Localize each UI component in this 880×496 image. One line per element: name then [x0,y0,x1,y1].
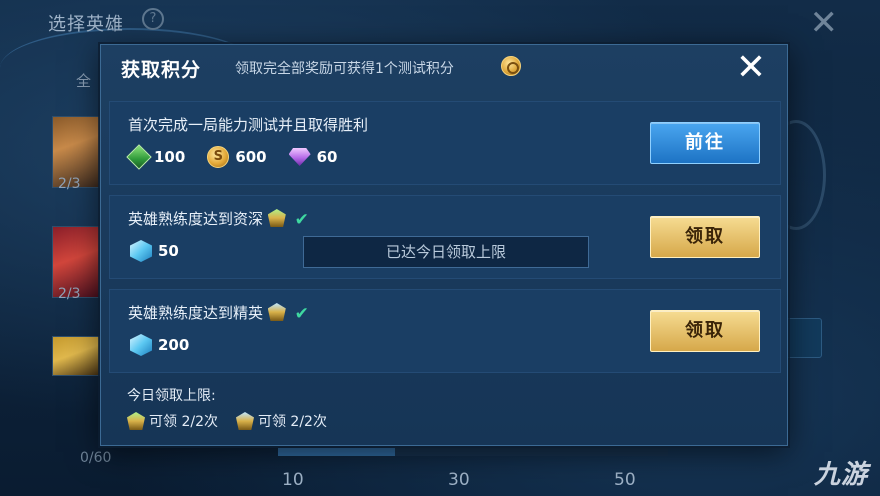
help-icon[interactable]: ? [142,8,164,30]
reward-list: 200 [130,334,189,356]
task-row: 英雄熟练度达到精英 ✔ 200 领取 [109,289,781,373]
background-close-icon[interactable]: ✕ [810,6,839,40]
watermark-logo: 九游 [814,454,868,491]
reward-list: 100 600 60 [126,144,338,170]
rank-badge-icon [235,412,254,430]
blue-crystal-icon [130,240,152,262]
limit-reached-toast: 已达今日领取上限 [303,236,589,268]
daily-limit-item: 可领 2/2次 [127,411,218,431]
daily-limit-item: 可领 2/2次 [235,411,327,431]
task-row: 首次完成一局能力测试并且取得胜利 100 600 60 前往 [109,101,781,185]
dialog-title: 获取积分 [121,59,202,81]
watermark-text: 九游 [813,460,868,490]
progress-bar [278,448,668,456]
task-title: 英雄熟练度达到精英 [128,304,264,322]
hero-count: 2/3 [58,286,81,302]
check-icon: ✔ [294,210,309,230]
reward-item: 60 [288,148,338,166]
purple-diamond-icon [288,148,311,166]
hero-count: 2/3 [58,176,81,192]
reward-value: 600 [235,148,267,166]
task-title-wrap: 英雄熟练度达到精英 ✔ [128,302,309,324]
test-point-coin-icon [501,56,521,76]
reward-value: 50 [158,242,179,260]
green-gem-icon [126,144,152,170]
reward-item: 50 [130,240,179,262]
page-title: 选择英雄 [48,14,124,35]
reward-value: 200 [158,336,190,354]
task-title: 首次完成一局能力测试并且取得胜利 [128,116,369,134]
dialog-header: 获取积分 领取完全部奖励可获得1个测试积分 ✕ [101,45,787,93]
reward-item: 600 [207,146,267,168]
progress-fill [278,448,395,456]
get-points-dialog: 获取积分 领取完全部奖励可获得1个测试积分 ✕ 首次完成一局能力测试并且取得胜利… [100,44,788,446]
daily-limit-text: 可领 2/2次 [149,414,218,430]
claim-button[interactable]: 领取 [650,216,760,258]
milestone-label: 50 [614,470,636,490]
close-button[interactable]: ✕ [733,50,769,87]
blue-crystal-icon [130,334,152,356]
milestone-label: 30 [448,470,470,490]
dialog-subtitle: 领取完全部奖励可获得1个测试积分 [235,61,454,77]
reward-item: 200 [130,334,189,356]
daily-limit-label: 今日领取上限: [127,388,216,404]
daily-limit-text: 可领 2/2次 [257,414,327,430]
rank-badge-icon [267,209,286,227]
daily-limit-section: 今日领取上限: 可领 2/2次 可领 2/2次 [109,381,781,441]
rank-badge-icon [267,303,286,321]
daily-limit-list: 可领 2/2次 可领 2/2次 [127,411,327,431]
check-icon: ✔ [294,304,309,324]
tab-all[interactable]: 全 [76,70,91,91]
reward-list: 50 [130,240,179,262]
progress-label: 0/60 [80,450,112,466]
reward-value: 100 [154,148,186,166]
rank-badge-icon [127,412,145,430]
reward-value: 60 [316,148,338,166]
task-title: 英雄熟练度达到资深 [128,210,264,228]
task-title-wrap: 英雄熟练度达到资深 ✔ [128,208,309,230]
milestone-label: 10 [282,470,304,490]
hero-card[interactable] [52,336,100,376]
gold-coin-icon [207,146,230,168]
claim-button[interactable]: 领取 [650,310,760,352]
reward-item: 100 [126,144,186,170]
go-button[interactable]: 前往 [650,122,760,164]
